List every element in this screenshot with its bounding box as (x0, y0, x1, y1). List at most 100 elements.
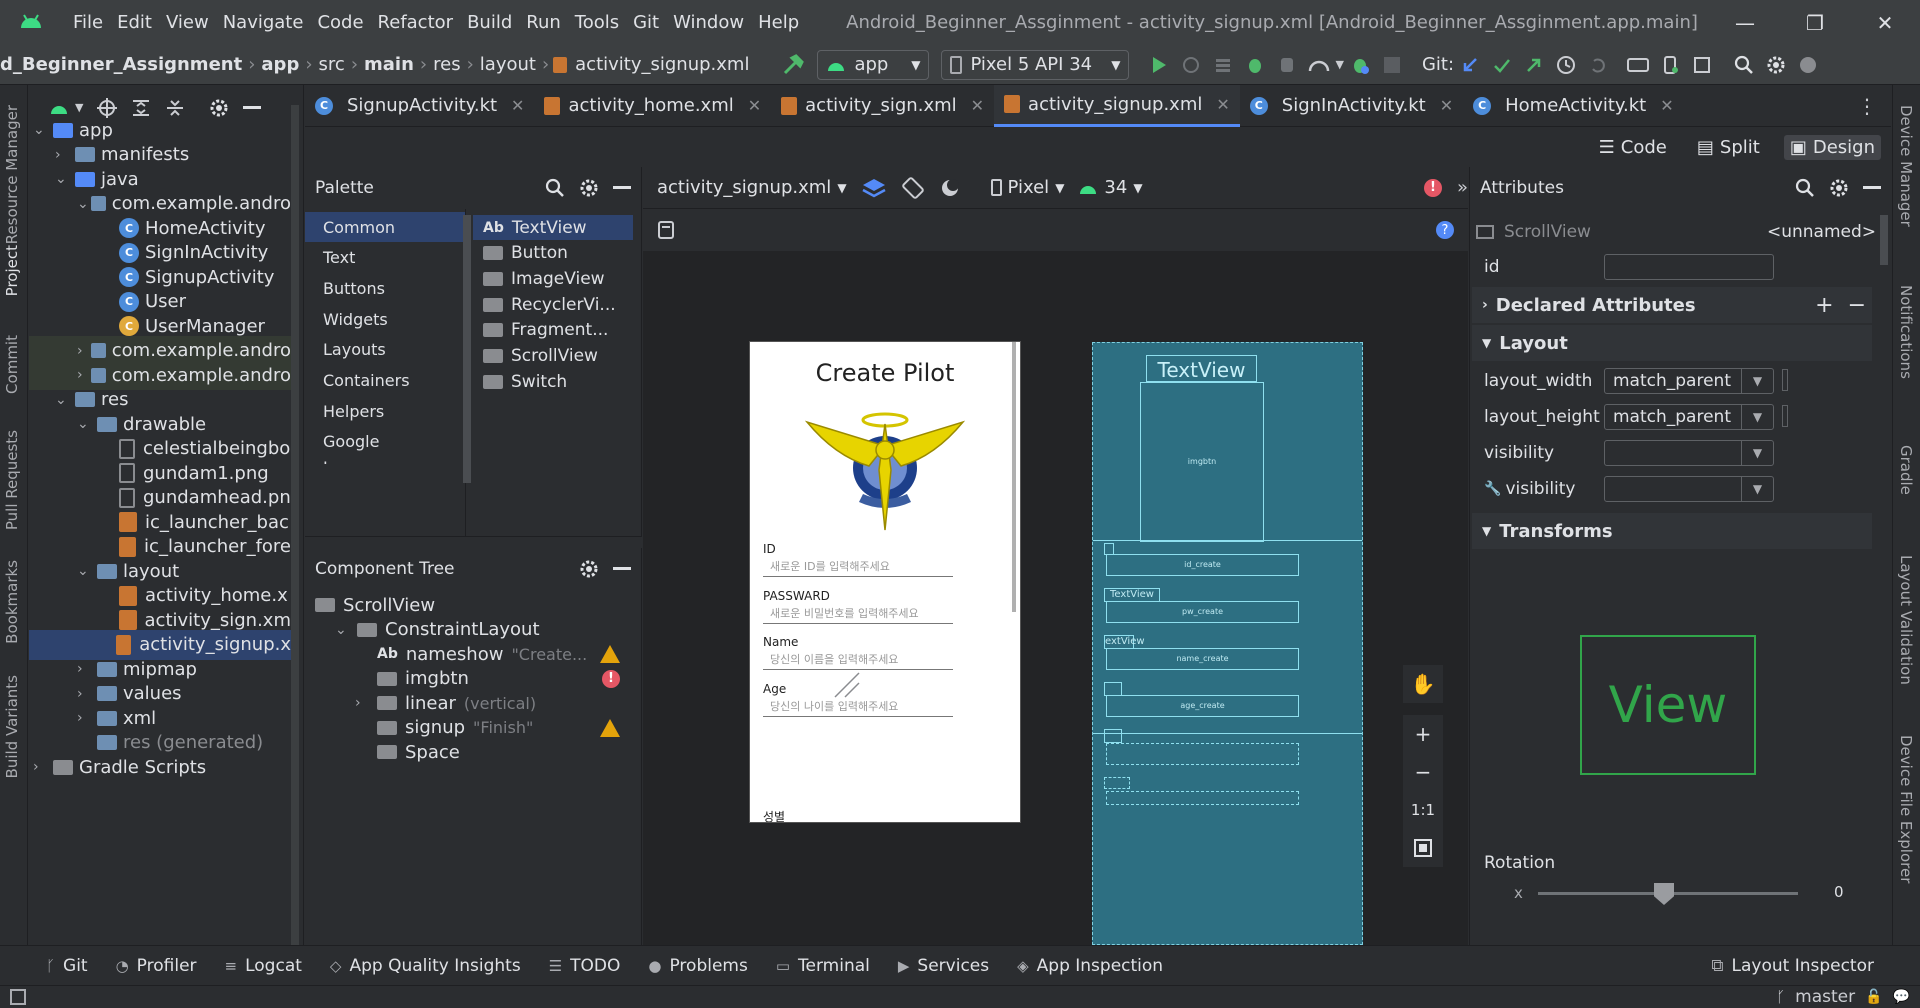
device-preview-select[interactable]: Pixel ▼ (990, 177, 1064, 198)
palette-category[interactable]: Containers (305, 366, 465, 396)
palette-category[interactable]: Google (305, 427, 465, 457)
gear-icon[interactable] (579, 559, 599, 579)
menu-edit[interactable]: Edit (110, 12, 159, 33)
chevron-right-icon[interactable]: › (77, 367, 91, 383)
palette-category[interactable]: Common (305, 212, 465, 242)
chevron-down-icon[interactable]: ⌄ (55, 171, 75, 187)
run-icon[interactable] (1143, 55, 1175, 75)
rerun-icon[interactable] (1175, 55, 1207, 75)
tool-pull-requests[interactable]: Pull Requests (3, 430, 21, 530)
chevron-down-icon[interactable]: ⌄ (33, 122, 53, 138)
close-tab-icon[interactable]: ✕ (511, 96, 524, 115)
remove-icon[interactable]: − (1848, 293, 1866, 318)
preview-field-input[interactable]: 당신의 이름을 입력해주세요 (770, 651, 898, 667)
blueprint-textview2[interactable]: TextView (1104, 588, 1160, 602)
tool-project[interactable]: Project (3, 245, 21, 296)
palette-widget[interactable]: Ab TextView (473, 215, 633, 240)
editor-tab[interactable]: activity_sign.xml ✕ (771, 85, 994, 127)
tool-notifications[interactable]: Notifications (1897, 285, 1915, 379)
chevron-right-icon[interactable]: › (77, 343, 91, 359)
tool-device-file-explorer[interactable]: Device File Explorer (1897, 735, 1915, 883)
more-icon[interactable]: » (1457, 177, 1468, 198)
git-push-icon[interactable] (1518, 56, 1550, 74)
code-mode-button[interactable]: ☰ Code (1593, 135, 1673, 160)
tool-window-button[interactable]: ▶ Services (884, 956, 1003, 976)
git-branch[interactable]: master (1795, 987, 1855, 1007)
help-icon[interactable]: ? (1436, 221, 1454, 239)
git-update-icon[interactable] (1454, 56, 1486, 74)
select-device-icon[interactable] (657, 220, 675, 240)
close-tab-icon[interactable]: ✕ (971, 96, 984, 115)
scrollbar[interactable] (291, 105, 299, 945)
zoom-in-icon[interactable]: + (1403, 715, 1443, 753)
add-icon[interactable]: + (1815, 293, 1833, 318)
menu-file[interactable]: File (66, 12, 110, 33)
hammer-build-icon[interactable] (777, 53, 809, 76)
palette-widget[interactable]: Fragment... (473, 318, 633, 343)
breadcrumb-project[interactable]: d_Beginner_Assignment (0, 54, 248, 75)
palette-category[interactable]: Text (305, 243, 465, 273)
palette-widget[interactable]: ScrollView (473, 344, 633, 369)
lock-icon[interactable]: 🔓 (1865, 989, 1882, 1005)
preview-field-input[interactable]: 당신의 나이를 입력해주세요 (770, 698, 898, 714)
profile-icon[interactable] (1303, 55, 1335, 75)
tool-resource-manager[interactable]: Resource Manager (3, 105, 21, 244)
chevron-down-icon[interactable]: ⌄ (77, 563, 97, 579)
menu-window[interactable]: Window (666, 12, 751, 33)
design-mode-button[interactable]: ▣ Design (1783, 134, 1881, 160)
palette-widget[interactable]: Switch (473, 369, 633, 394)
preview-field-input[interactable]: 새로운 비밀번호를 입력해주세요 (770, 605, 919, 621)
palette-category[interactable]: Legacy (305, 458, 465, 464)
breadcrumb-layout[interactable]: layout (474, 54, 542, 75)
preview-title[interactable]: Create Pilot (750, 359, 1020, 387)
chevron-down-icon[interactable]: ▼ (75, 101, 83, 114)
palette-widget[interactable]: ImageView (473, 266, 633, 291)
menu-code[interactable]: Code (310, 12, 370, 33)
chevron-right-icon[interactable]: › (55, 147, 75, 163)
tools-visibility-select[interactable]: ▼ (1604, 476, 1774, 502)
menu-refactor[interactable]: Refactor (371, 12, 461, 33)
layout-height-select[interactable]: match_parent ▼ (1604, 404, 1774, 430)
design-canvas[interactable]: Create Pilot ID 새로운 ID를 입력해주세요 PASSWARD 새로운… (643, 251, 1468, 945)
editor-tab[interactable]: C SignupActivity.kt ✕ (305, 85, 534, 127)
chevron-right-icon[interactable]: › (33, 759, 53, 775)
blueprint-age-create[interactable]: age_create (1106, 695, 1299, 717)
hide-icon[interactable] (243, 105, 262, 110)
tool-layout-validation[interactable]: Layout Validation (1897, 555, 1915, 685)
android-view-icon[interactable] (49, 100, 69, 116)
breadcrumb-src[interactable]: src (313, 54, 351, 75)
blueprint-view[interactable]: TextView imgbtn id_create TextView pw_cr… (1092, 342, 1363, 945)
palette-category[interactable]: Buttons (305, 273, 465, 303)
debug-icon[interactable] (1239, 55, 1271, 75)
layout-section[interactable]: ▼ Layout (1472, 325, 1872, 361)
chevron-right-icon[interactable]: › (355, 695, 369, 711)
menu-run[interactable]: Run (519, 12, 568, 33)
layout-width-select[interactable]: match_parent ▼ (1604, 368, 1774, 394)
search-icon[interactable] (1728, 55, 1760, 75)
blueprint-box[interactable] (1106, 791, 1299, 805)
blueprint-imgbtn[interactable]: imgbtn (1140, 382, 1264, 542)
tool-gradle[interactable]: Gradle (1897, 445, 1915, 495)
chevron-right-icon[interactable]: › (77, 686, 97, 702)
tool-build-variants[interactable]: Build Variants (3, 675, 21, 778)
palette-category[interactable]: Layouts (305, 335, 465, 365)
close-icon[interactable]: ✕ (1850, 0, 1920, 45)
orientation-icon[interactable] (901, 176, 925, 200)
more-tabs-icon[interactable]: ⋮ (1857, 94, 1877, 118)
chevron-down-icon[interactable]: ⌄ (55, 392, 75, 408)
tool-device-manager[interactable]: Device Manager (1897, 105, 1915, 227)
tool-bookmarks[interactable]: Bookmarks (3, 560, 21, 644)
blueprint-name-create[interactable]: name_create (1106, 648, 1299, 670)
chevron-down-icon[interactable]: ⌄ (77, 196, 91, 212)
editor-tab[interactable]: activity_home.xml ✕ (534, 85, 771, 127)
close-tab-icon[interactable]: ✕ (1440, 96, 1453, 115)
attach-debugger-icon[interactable] (1271, 55, 1303, 75)
rotation-x-slider-thumb[interactable] (1654, 883, 1674, 905)
component-tree-item[interactable]: Space (355, 737, 632, 767)
breadcrumb-app[interactable]: app (255, 54, 305, 75)
error-indicator-icon[interactable]: ! (1424, 178, 1442, 197)
blueprint-textview[interactable]: TextView (1146, 355, 1257, 382)
editor-tab[interactable]: C SignInActivity.kt ✕ (1240, 85, 1463, 127)
api-level-select[interactable]: 34 ▼ (1078, 177, 1143, 198)
emblem-image[interactable] (805, 406, 965, 531)
